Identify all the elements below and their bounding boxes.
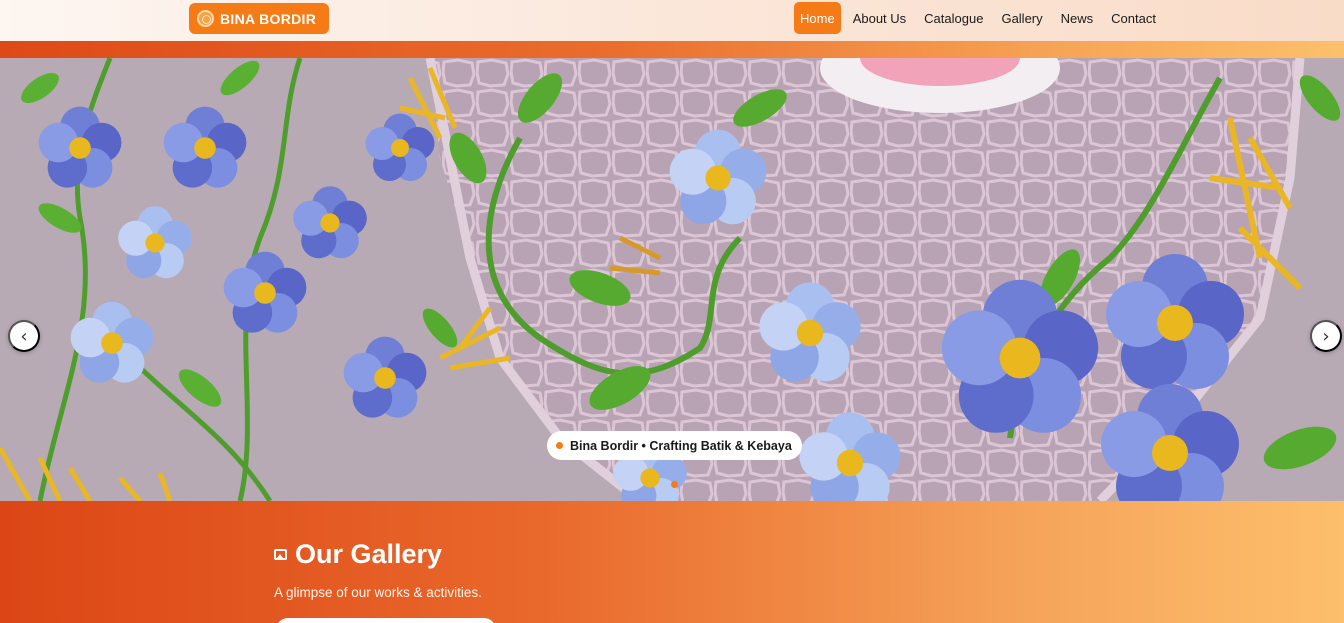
carousel-indicator[interactable] — [671, 481, 678, 488]
hero-carousel: ‹ › Bina Bordir • Crafting Batik & Kebay… — [0, 58, 1344, 501]
gallery-subtitle: A glimpse of our works & activities. — [274, 585, 482, 600]
header-gradient-band — [0, 41, 1344, 58]
nav-item-catalogue[interactable]: Catalogue — [918, 2, 989, 34]
gallery-title: Our Gallery — [295, 539, 443, 569]
carousel-next-button[interactable]: › — [1310, 320, 1342, 352]
nav-item-home[interactable]: Home — [794, 2, 841, 34]
chevron-right-icon: › — [1322, 325, 1330, 347]
caption-dot-icon — [556, 442, 563, 449]
chevron-left-icon: ‹ — [20, 325, 28, 347]
hero-caption-text: Bina Bordir • Crafting Batik & Kebaya — [570, 438, 792, 453]
gallery-heading: Our Gallery — [274, 539, 442, 570]
sun-logo-icon — [197, 10, 214, 27]
image-icon — [274, 549, 287, 560]
brand-name: BINA BORDIR — [220, 10, 317, 27]
nav-item-news[interactable]: News — [1055, 2, 1100, 34]
gallery-section: Our Gallery A glimpse of our works & act… — [0, 501, 1344, 623]
main-nav: Home About Us Catalogue Gallery News Con… — [794, 2, 1168, 34]
nav-item-gallery[interactable]: Gallery — [995, 2, 1048, 34]
nav-item-about-us[interactable]: About Us — [847, 2, 912, 34]
brand-logo[interactable]: BINA BORDIR — [189, 3, 329, 34]
navbar: BINA BORDIR Home About Us Catalogue Gall… — [0, 0, 1344, 41]
carousel-prev-button[interactable]: ‹ — [8, 320, 40, 352]
gallery-filter-pill[interactable] — [276, 618, 496, 623]
hero-caption: Bina Bordir • Crafting Batik & Kebaya — [547, 431, 802, 460]
nav-item-contact[interactable]: Contact — [1105, 2, 1162, 34]
